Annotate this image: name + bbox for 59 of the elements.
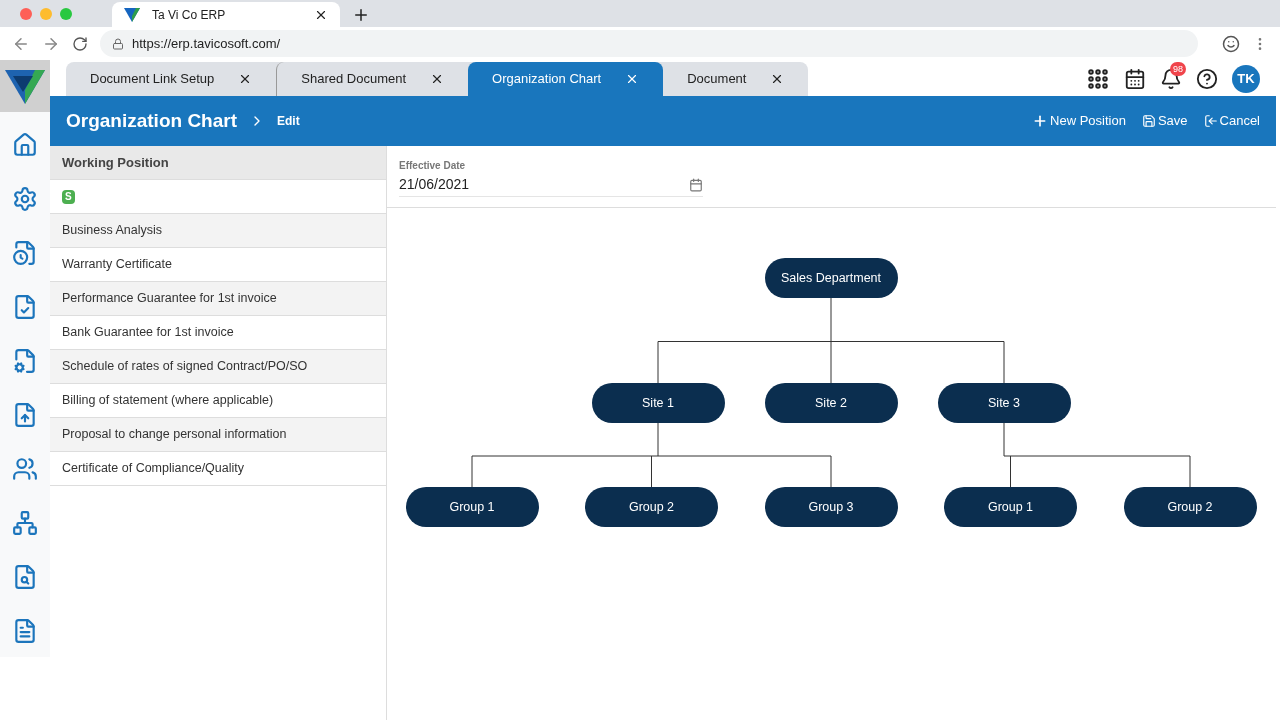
status-badge: S xyxy=(62,189,75,204)
address-bar[interactable]: https://erp.tavicosoft.com/ xyxy=(100,30,1198,57)
settings-icon[interactable] xyxy=(12,186,38,212)
org-chart-node[interactable]: Site 3 xyxy=(937,383,1071,423)
plus-icon xyxy=(1032,113,1048,129)
app-tab-label: Shared Document xyxy=(301,70,407,89)
breadcrumb-text: Edit xyxy=(277,113,300,130)
browser-tab-title: Ta Vi Co ERP xyxy=(152,6,227,24)
document-check-icon[interactable] xyxy=(12,294,38,320)
exit-icon xyxy=(1203,114,1218,128)
app-tab[interactable]: Document xyxy=(663,62,809,96)
org-chart-node[interactable]: Group 3 xyxy=(764,487,898,527)
document-gear-icon[interactable] xyxy=(12,348,38,374)
list-row[interactable]: Business Analysis xyxy=(50,214,386,248)
list-row[interactable]: Proposal to change personal information xyxy=(50,418,386,452)
profile-face-icon[interactable] xyxy=(1222,34,1240,53)
org-chart-node[interactable]: Group 2 xyxy=(1123,487,1257,527)
org-chart-node[interactable]: Site 1 xyxy=(591,383,725,423)
header-action-button[interactable]: Cancel xyxy=(1203,111,1260,131)
logo-icon xyxy=(124,7,140,22)
list-row[interactable]: Schedule of rates of signed Contract/PO/SO xyxy=(50,350,386,384)
document-icon[interactable] xyxy=(12,618,38,644)
org-chart-node[interactable]: Group 2 xyxy=(585,487,718,527)
page-title: Organization Chart xyxy=(66,108,237,133)
app-tab-label: Organization Chart xyxy=(492,70,602,89)
reload-icon[interactable] xyxy=(72,35,88,52)
user-avatar[interactable]: TK xyxy=(1232,65,1260,93)
date-field[interactable]: 21/06/2021 xyxy=(399,173,703,197)
app-tab[interactable]: Organization Chart xyxy=(468,62,664,96)
app-tab[interactable]: Document Link Setup xyxy=(66,62,277,96)
notification-icon[interactable] xyxy=(1160,68,1182,90)
header-action-button[interactable]: New Position xyxy=(1032,111,1126,131)
logo-tile[interactable] xyxy=(0,60,50,112)
lock-icon xyxy=(112,37,124,50)
save-icon xyxy=(1141,114,1156,128)
header-action-button[interactable]: Save xyxy=(1141,111,1188,131)
help-icon[interactable] xyxy=(1196,68,1218,90)
org-chart-node[interactable]: Group 1 xyxy=(944,487,1077,527)
calendar-icon[interactable] xyxy=(1124,68,1146,90)
list-row[interactable]: Performance Guarantee for 1st invoice xyxy=(50,282,386,316)
home-icon[interactable] xyxy=(12,132,38,158)
app-tab-label: Document xyxy=(687,70,747,89)
field-label: Effective Date xyxy=(399,159,467,173)
browser-tab[interactable]: Ta Vi Co ERP xyxy=(112,2,340,27)
document-search-icon[interactable] xyxy=(12,564,38,590)
org-chart-node[interactable]: Sales Department xyxy=(764,258,898,298)
org-chart-node[interactable]: Site 2 xyxy=(764,383,898,423)
app-tab-label: Document Link Setup xyxy=(90,70,215,89)
people-icon[interactable] xyxy=(12,456,38,482)
hierarchy-icon[interactable] xyxy=(12,510,38,536)
document-upload-icon[interactable] xyxy=(12,402,38,428)
close-window-icon[interactable] xyxy=(20,7,32,20)
apps-grid-icon[interactable] xyxy=(1086,67,1110,91)
notification-count: 98 xyxy=(1170,62,1186,76)
url-text: https://erp.tavicosoft.com/ xyxy=(132,34,281,53)
new-tab-icon[interactable] xyxy=(352,6,370,24)
org-chart-node[interactable]: Group 1 xyxy=(405,487,539,527)
list-header: Working Position xyxy=(50,146,386,180)
document-clock-icon[interactable] xyxy=(12,240,38,266)
